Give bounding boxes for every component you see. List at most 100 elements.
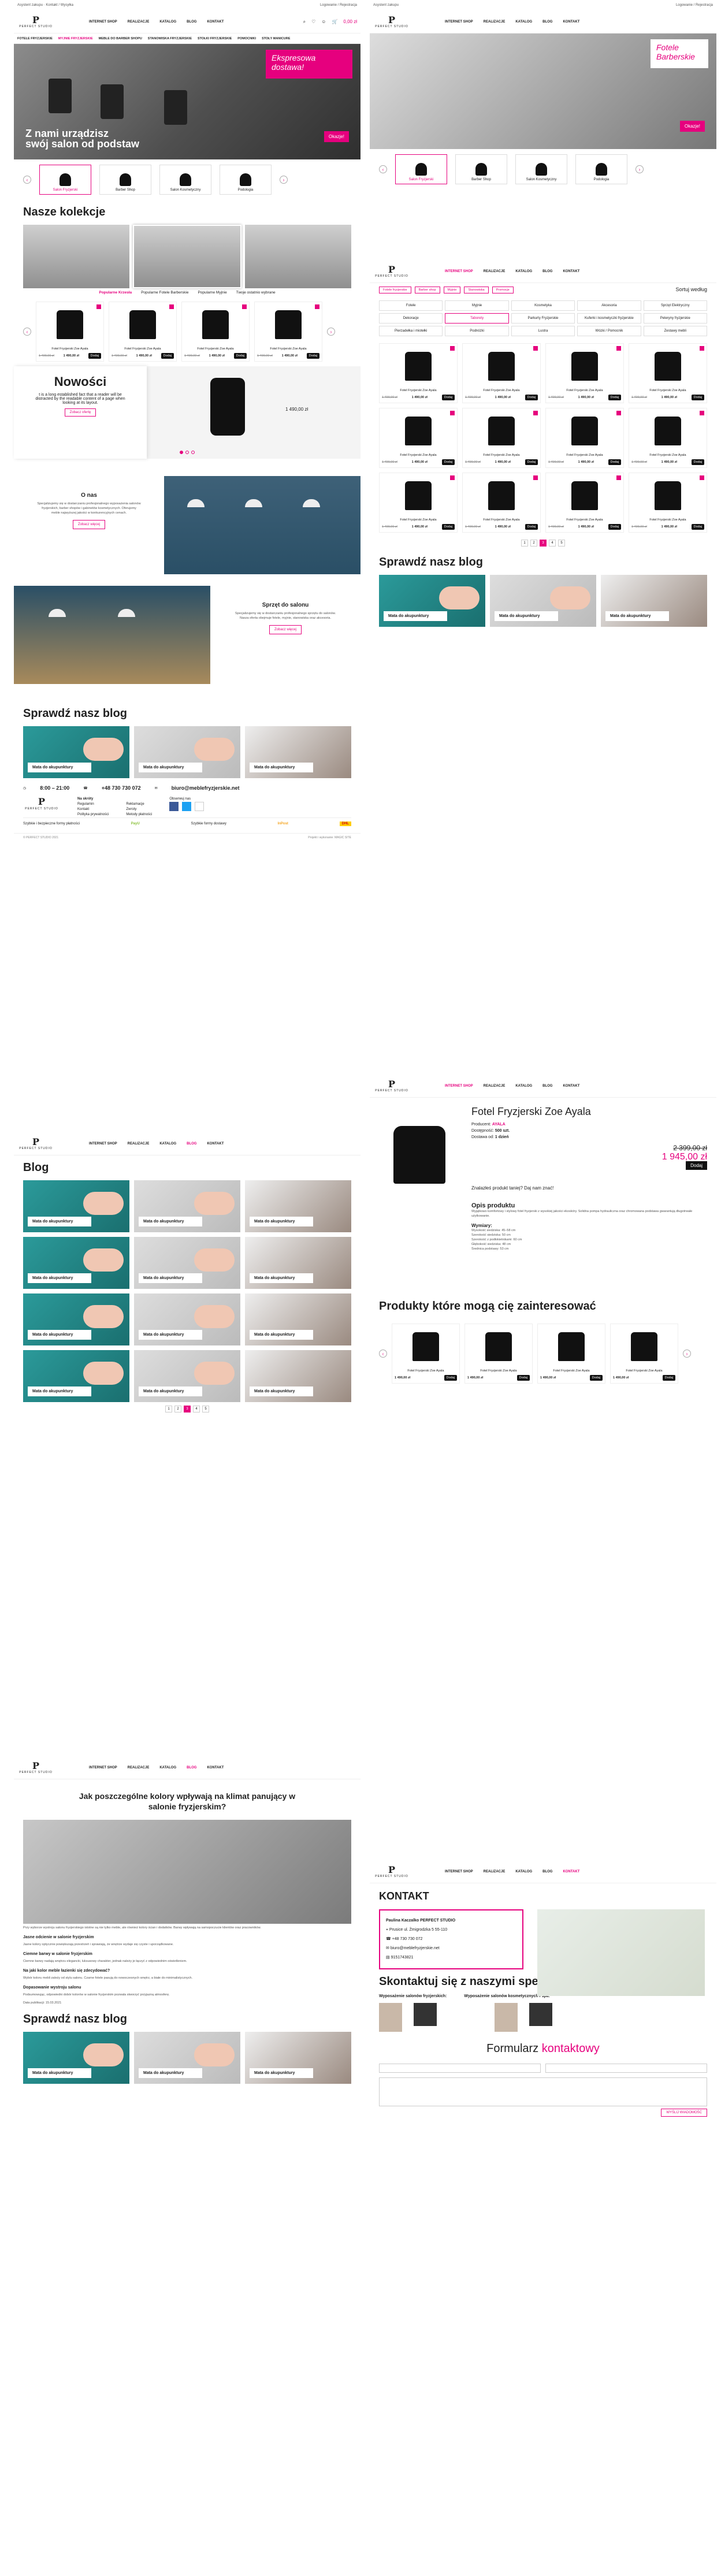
name-field[interactable] xyxy=(379,2064,541,2073)
add-to-cart-button[interactable]: Dodaj xyxy=(589,1375,603,1381)
product-image[interactable] xyxy=(379,1106,460,1204)
product-card[interactable]: Fotel Fryzjerski Zoe Ayala 1 499,00 zł 1 4… xyxy=(462,473,541,533)
page-link[interactable]: 4 xyxy=(193,1406,200,1412)
blog-card[interactable]: Mata do akupunktury xyxy=(245,1293,351,1345)
cat-tile[interactable]: Salon Fryzjerski xyxy=(39,165,91,195)
page-link[interactable]: 2 xyxy=(174,1406,181,1412)
nav-shop[interactable]: INTERNET SHOP xyxy=(89,20,117,24)
add-to-cart-button[interactable]: Dodaj xyxy=(691,459,704,465)
coll-link[interactable]: Popularne Fotele Barberskie xyxy=(141,291,188,295)
add-to-cart-button[interactable]: Dodaj xyxy=(525,459,538,465)
subcat[interactable]: Sprzęt Elektryczny xyxy=(643,300,707,311)
product-card[interactable]: Fotel Fryzjerski Zoe Ayala 1 499,00 zł 1 4… xyxy=(462,408,541,468)
catnav-item[interactable]: STOŁKI FRYZJERSKIE xyxy=(198,37,232,40)
subcat[interactable]: Kosmetyka xyxy=(511,300,575,311)
filter-chip[interactable]: Fotele fryzjerskie xyxy=(379,287,411,293)
blog-card[interactable]: Mata do akupunktury xyxy=(245,1237,351,1289)
blog-card[interactable]: Mata do akupunktury xyxy=(23,1180,129,1232)
product-card[interactable]: Fotel Fryzjerski Zoe Ayala 1 499,00 zł 1 4… xyxy=(629,343,707,403)
add-to-cart-button[interactable]: Dodaj xyxy=(686,1161,707,1170)
product-card[interactable]: Fotel Fryzjerski Zoe Ayala 1 499,00 zł 1 4… xyxy=(109,302,177,362)
catnav-item[interactable]: FOTELE FRYZJERSKIE xyxy=(17,37,53,40)
chevron-right-icon[interactable]: › xyxy=(280,176,288,184)
heart-icon[interactable] xyxy=(533,346,538,351)
okazje-button[interactable]: Okazje! xyxy=(679,121,705,132)
map[interactable] xyxy=(537,1909,705,1996)
subcat[interactable]: Akcesoria xyxy=(577,300,641,311)
heart-icon[interactable]: ♡ xyxy=(311,19,315,24)
search-icon[interactable]: ⌕ xyxy=(303,19,306,25)
blog-card[interactable]: Mata do akupunktury xyxy=(134,1180,240,1232)
nav-katalog[interactable]: KATALOG xyxy=(159,20,176,24)
chevron-right-icon[interactable]: › xyxy=(327,328,335,336)
about-button[interactable]: Zobacz więcej xyxy=(72,520,105,529)
slider-dots[interactable] xyxy=(14,451,360,454)
google-icon[interactable] xyxy=(195,802,205,811)
page-link[interactable]: 1 xyxy=(165,1406,172,1412)
catnav-item[interactable]: STANOWISKA FRYZJERSKIE xyxy=(148,37,192,40)
chevron-left-icon[interactable]: ‹ xyxy=(23,328,31,336)
subcat[interactable]: Wózki / Pomocnik xyxy=(577,326,641,336)
page-link[interactable]: 2 xyxy=(530,540,537,547)
subcat[interactable]: Taborety xyxy=(445,313,509,324)
topbar-links[interactable]: Asystent zakupu · Kontakt / Wysyłka xyxy=(17,3,73,7)
blog-card[interactable]: Mata do akupunktury xyxy=(134,2032,240,2084)
facebook-icon[interactable] xyxy=(169,802,179,811)
catnav-item[interactable]: MEBLE DO BARBER SHOPU xyxy=(99,37,142,40)
heart-icon[interactable] xyxy=(450,346,455,351)
nav-blog[interactable]: BLOG xyxy=(187,20,196,24)
okazje-button[interactable]: Okazje! xyxy=(324,131,349,142)
collection-photo[interactable] xyxy=(133,225,241,288)
heart-icon[interactable] xyxy=(616,475,621,480)
new-offer-button[interactable]: Zobacz ofertę xyxy=(64,408,96,417)
blog-card[interactable]: Mata do akupunktury xyxy=(379,575,485,627)
message-field[interactable] xyxy=(379,2077,707,2106)
cheaper-link[interactable]: Znalazłeś produkt taniej? Daj nam znać! xyxy=(471,1185,707,1191)
coll-link[interactable]: Popularne Myjnie xyxy=(198,291,226,295)
page-link[interactable]: 5 xyxy=(558,540,565,547)
subcat[interactable]: Peleryny fryzjerskie xyxy=(643,313,707,324)
page-link[interactable]: 3 xyxy=(540,540,547,547)
product-card[interactable]: Fotel Fryzjerski Zoe Ayala 1 499,00 zł 1 4… xyxy=(379,473,458,533)
nav-realizacje[interactable]: REALIZACJE xyxy=(128,20,150,24)
coll-link[interactable]: Twoje ostatnio wybrane xyxy=(236,291,276,295)
subcat[interactable]: Zestawy mebli xyxy=(643,326,707,336)
blog-card[interactable]: Mata do akupunktury xyxy=(134,726,240,778)
add-to-cart-button[interactable]: Dodaj xyxy=(662,1375,675,1381)
cat-tile[interactable]: Salon Kosmetyczny xyxy=(159,165,211,195)
product-card[interactable]: Fotel Fryzjerski Zoe Ayala 1 499,00 zł 1 4… xyxy=(181,302,250,362)
subcat[interactable]: Pierzadełka i miotełki xyxy=(379,326,443,336)
heart-icon[interactable] xyxy=(315,304,319,309)
filter-chip[interactable]: Promocje xyxy=(492,287,514,293)
subcat[interactable]: Parkurty Fryzjerskie xyxy=(511,313,575,324)
subcat[interactable]: Fotele xyxy=(379,300,443,311)
add-to-cart-button[interactable]: Dodaj xyxy=(161,353,174,359)
catnav-item[interactable]: POMOCNIKI xyxy=(237,37,256,40)
heart-icon[interactable] xyxy=(533,411,538,415)
page-link[interactable]: 5 xyxy=(202,1406,209,1412)
page-link[interactable]: 1 xyxy=(521,540,528,547)
product-card[interactable]: Fotel Fryzjerski Zoe Ayala 1 499,00 zł 1 4… xyxy=(254,302,322,362)
product-card[interactable]: Fotel Fryzjerski Zoe Ayala 1 499,00 zł 1 4… xyxy=(629,473,707,533)
cat-tile[interactable]: Podologia xyxy=(220,165,272,195)
blog-card[interactable]: Mata do akupunktury xyxy=(245,726,351,778)
heart-icon[interactable] xyxy=(169,304,174,309)
login-link[interactable]: Logowanie / Rejestracja xyxy=(320,3,357,7)
product-card[interactable]: Fotel Fryzjerski Zoe Ayala 1 499,00 zł 1 4… xyxy=(545,408,624,468)
product-card[interactable]: Fotel Fryzjerski Zoe Ayala 1 490,00 zł Dod… xyxy=(392,1324,460,1384)
blog-card[interactable]: Mata do akupunktury xyxy=(23,1293,129,1345)
user-icon[interactable]: ☺ xyxy=(321,19,326,24)
blog-card[interactable]: Mata do akupunktury xyxy=(245,2032,351,2084)
cat-tile[interactable]: Salon Fryzjerski xyxy=(395,154,447,184)
add-to-cart-button[interactable]: Dodaj xyxy=(608,395,621,400)
chevron-left-icon[interactable]: ‹ xyxy=(23,176,31,184)
blog-card[interactable]: Mata do akupunktury xyxy=(23,2032,129,2084)
add-to-cart-button[interactable]: Dodaj xyxy=(233,353,247,359)
product-card[interactable]: Fotel Fryzjerski Zoe Ayala 1 490,00 zł Dod… xyxy=(610,1324,678,1384)
product-card[interactable]: Fotel Fryzjerski Zoe Ayala 1 499,00 zł 1 4… xyxy=(629,408,707,468)
subcat[interactable]: Podnóżki xyxy=(445,326,509,336)
catnav-item[interactable]: MYJNIE FRYZJERSKIE xyxy=(58,37,93,40)
cat-tile[interactable]: Barber Shop xyxy=(99,165,151,195)
cart-icon[interactable]: 🛒 xyxy=(332,19,337,24)
add-to-cart-button[interactable]: Dodaj xyxy=(691,524,704,530)
